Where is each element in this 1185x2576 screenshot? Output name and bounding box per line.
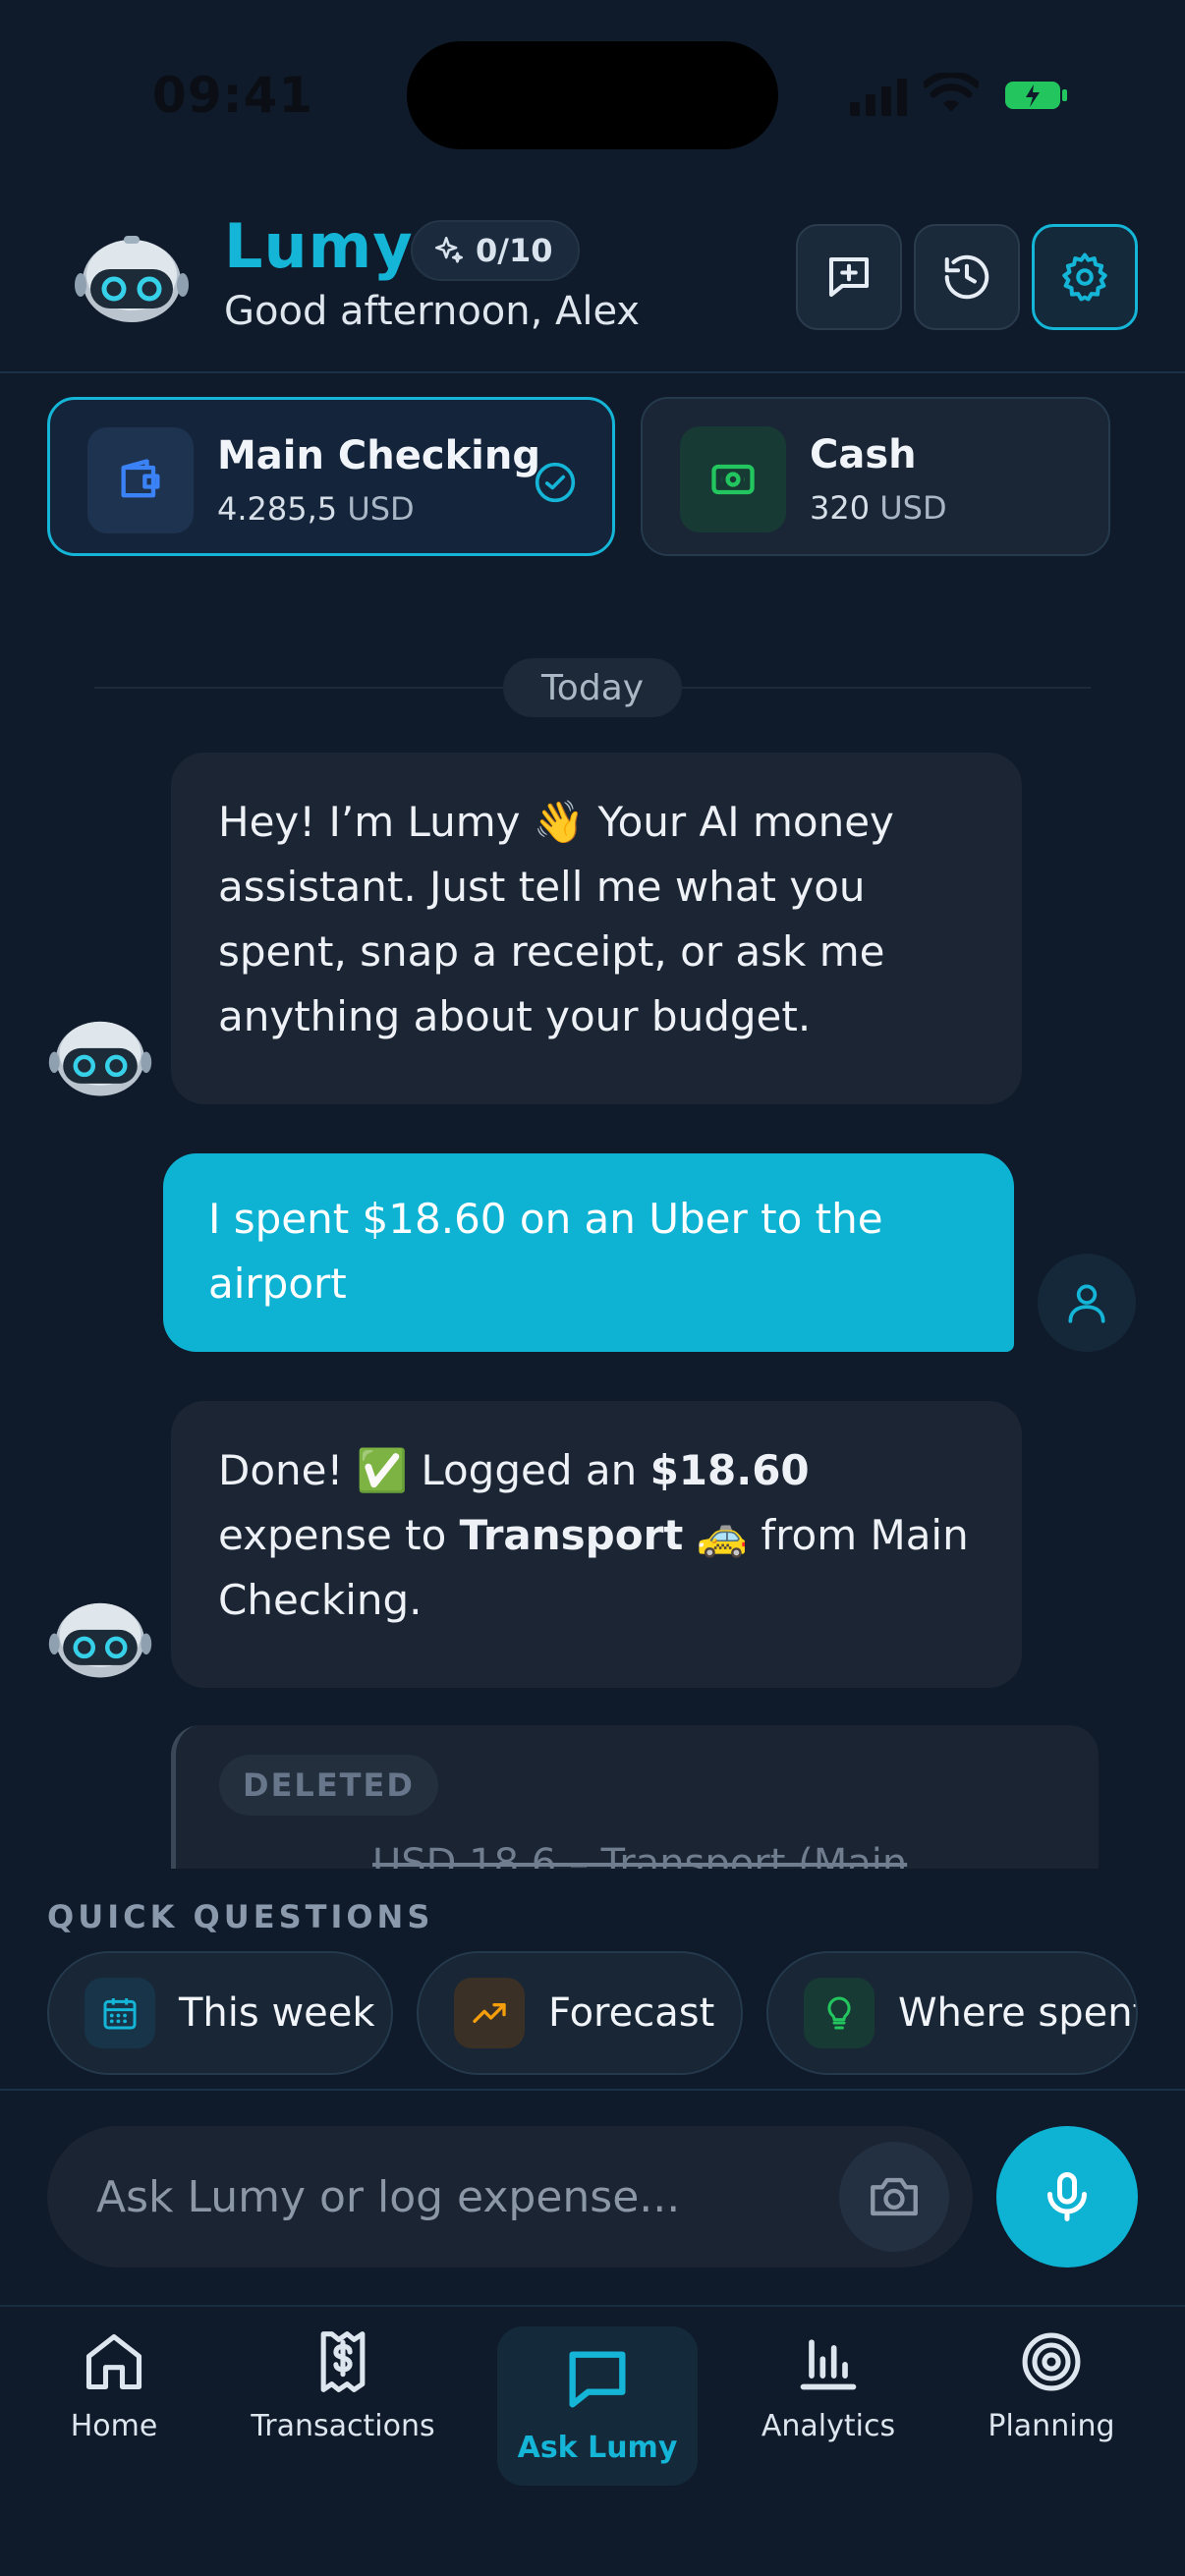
date-divider-line — [682, 687, 1091, 689]
microphone-icon — [1047, 2172, 1087, 2221]
lumy-robot-avatar — [75, 236, 189, 322]
dynamic-island — [407, 41, 778, 149]
calendar-icon — [85, 1978, 155, 2048]
status-time: 09:41 — [152, 67, 314, 124]
tab-transactions[interactable]: Transactions — [251, 2328, 435, 2443]
user-message: I spent $18.60 on an Uber to the airport — [163, 1153, 1014, 1352]
tab-planning[interactable]: Planning — [987, 2328, 1116, 2443]
tab-label: Planning — [988, 2409, 1115, 2443]
tab-home[interactable]: Home — [61, 2328, 167, 2443]
account-name: Cash — [810, 432, 917, 477]
gear-icon — [1062, 252, 1107, 302]
bot-message: Done! ✅ Logged an $18.60 expense to Tran… — [171, 1401, 1022, 1688]
account-card-main-checking[interactable]: Main Checking 4.285,5 USD — [47, 397, 615, 556]
check-circle-icon — [535, 462, 576, 503]
bot-avatar — [48, 1602, 152, 1678]
quick-question-where-spent[interactable]: Where spent — [766, 1951, 1138, 2075]
lightbulb-icon — [804, 1978, 875, 2048]
battery-icon — [1005, 82, 1067, 109]
message-input[interactable] — [96, 2163, 843, 2230]
banknote-icon — [680, 426, 786, 532]
greeting-text: Good afternoon, Alex — [224, 289, 641, 334]
tab-label: Home — [70, 2409, 158, 2443]
target-icon — [1022, 2332, 1081, 2391]
tab-ask-lumy[interactable]: Ask Lumy — [497, 2326, 698, 2486]
new-chat-icon — [828, 256, 870, 298]
signal-icon — [850, 79, 909, 116]
chip-label: Where spent — [898, 1990, 1138, 2036]
chip-label: This week — [179, 1990, 375, 2036]
account-name: Main Checking — [217, 433, 541, 478]
tab-label: Analytics — [761, 2409, 896, 2443]
quick-question-this-week[interactable]: This week — [47, 1951, 393, 2075]
bar-chart-icon — [800, 2339, 857, 2390]
account-balance: 320 USD — [810, 489, 947, 527]
camera-icon — [871, 2177, 918, 2216]
wifi-icon — [924, 73, 979, 112]
chip-label: Forecast — [548, 1990, 715, 2036]
trending-up-icon — [454, 1978, 525, 2048]
composer — [47, 2126, 973, 2268]
header-divider — [0, 371, 1185, 373]
wallet-icon — [87, 427, 194, 533]
voice-input-button[interactable] — [996, 2126, 1138, 2268]
app-brand-title: Lumy — [224, 210, 414, 282]
user-avatar — [1038, 1254, 1136, 1352]
composer-divider — [0, 2089, 1185, 2091]
new-chat-button[interactable] — [796, 224, 902, 330]
tab-label: Ask Lumy — [517, 2431, 678, 2465]
date-divider-line — [94, 687, 503, 689]
settings-button[interactable] — [1032, 224, 1138, 330]
receipt-icon — [320, 2331, 366, 2392]
quick-questions-label: QUICK QUESTIONS — [47, 1898, 434, 1935]
date-label: Today — [503, 658, 682, 717]
credits-count: 0/10 — [476, 232, 553, 269]
home-icon — [85, 2333, 142, 2390]
bot-message: Hey! I’m Lumy 👋 Your AI money assistant.… — [171, 753, 1022, 1104]
history-button[interactable] — [914, 224, 1020, 330]
account-balance: 4.285,5 USD — [217, 490, 415, 528]
sparkle-icon — [434, 236, 464, 263]
account-card-cash[interactable]: Cash 320 USD — [641, 397, 1110, 556]
credits-badge[interactable]: 0/10 — [411, 220, 581, 281]
quick-question-forecast[interactable]: Forecast — [417, 1951, 743, 2075]
camera-button[interactable] — [839, 2142, 949, 2252]
tab-analytics[interactable]: Analytics — [761, 2328, 896, 2443]
bottom-tab-bar: Home Transactions Ask Lumy Analytics Pla… — [0, 2305, 1185, 2576]
user-icon — [1068, 1284, 1105, 1323]
history-icon — [944, 254, 989, 300]
tab-label: Transactions — [251, 2409, 435, 2443]
bot-avatar — [48, 1021, 152, 1096]
deleted-badge: DELETED — [219, 1755, 438, 1816]
chat-bubble-icon — [569, 2351, 626, 2408]
